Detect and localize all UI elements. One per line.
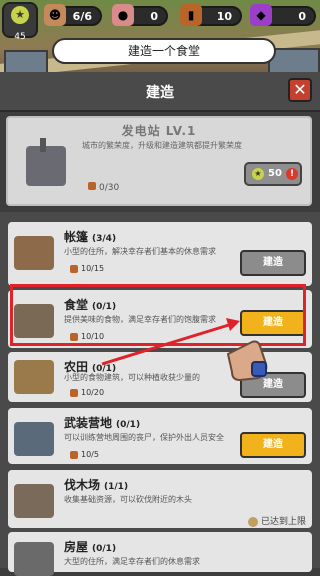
- level-number: 45: [14, 32, 26, 42]
- close-button[interactable]: ✕: [288, 78, 312, 102]
- survivor-value: 6/6: [72, 9, 92, 23]
- power-station-icon: [26, 138, 66, 186]
- star-icon: ★: [11, 6, 29, 24]
- max-level-label: 已达到上限: [247, 514, 306, 527]
- item-count: (0/1): [92, 544, 117, 554]
- item-cost-value: 10/5: [81, 450, 99, 459]
- gem-icon: ◆: [250, 4, 272, 26]
- power-station-cost: 0/30: [88, 182, 119, 193]
- item-cost: 10/15: [70, 264, 104, 273]
- item-name: 武装营地 (0/1): [64, 414, 140, 431]
- close-icon: ✕: [293, 80, 307, 99]
- item-name: 帐篷 (3/4): [64, 228, 116, 245]
- item-name-text: 房屋: [64, 540, 89, 554]
- wood-icon: [88, 182, 96, 190]
- armed-camp-icon: [14, 422, 54, 456]
- alert-icon: !: [286, 168, 298, 180]
- build-button-armed-camp[interactable]: 建造: [240, 432, 306, 458]
- item-desc: 小型的食物建筑，可以种植收获少量的: [64, 373, 200, 382]
- wood-value: 10: [216, 9, 232, 23]
- power-station-cost-value: 0/30: [99, 183, 120, 193]
- power-station-desc: 城市的繁荣度，升级和建造建筑都提升繁荣度: [82, 141, 242, 150]
- item-cost: 10/5: [70, 450, 99, 459]
- item-desc: 可以训练营地周围的丧尸，保护外出人员安全: [64, 433, 224, 442]
- tent-icon: [14, 236, 54, 270]
- tip-bubble: 建造一个食堂: [52, 38, 276, 64]
- panel-title: 建造: [146, 85, 174, 101]
- build-item-tent: 帐篷 (3/4) 小型的住所，解决幸存者们基本的休息需求 10/15 建造: [8, 222, 312, 286]
- power-station-card: 发电站 LV.1 城市的繁荣度，升级和建造建筑都提升繁荣度 0/30 ★ 50 …: [6, 116, 312, 206]
- farmland-icon: [14, 360, 54, 394]
- item-name-text: 伐木场: [64, 478, 101, 492]
- item-count: (3/4): [92, 234, 117, 244]
- wood-icon: [70, 450, 78, 459]
- build-item-house: 房屋 (0/1) 大型的住所，满足幸存者们的休息需求: [8, 532, 312, 576]
- build-button-tent[interactable]: 建造: [240, 250, 306, 276]
- max-level-text: 已达到上限: [260, 517, 306, 527]
- item-cost-value: 10/15: [81, 264, 105, 273]
- item-desc: 小型的住所，解决幸存者们基本的休息需求: [64, 247, 216, 256]
- check-icon: [247, 516, 258, 527]
- item-name: 伐木场 (1/1): [64, 476, 128, 493]
- coin-icon: ★: [252, 168, 264, 180]
- item-desc: 收集基础资源，可以砍伐附近的木头: [64, 495, 192, 504]
- chimney-shape: [40, 138, 46, 152]
- build-item-lumber-yard: 伐木场 (1/1) 收集基础资源，可以砍伐附近的木头 已达到上限: [8, 470, 312, 528]
- item-name: 房屋 (0/1): [64, 538, 116, 555]
- gem-value: 0: [298, 9, 306, 23]
- item-count: (0/1): [116, 420, 141, 430]
- build-panel-header: 建造 ✕: [0, 72, 320, 112]
- item-name-text: 武装营地: [64, 416, 113, 430]
- meat-value: 0: [150, 9, 158, 23]
- item-cost-value: 10/20: [81, 388, 105, 397]
- pointing-hand-icon: [226, 340, 268, 382]
- meat-icon: ●: [112, 4, 134, 26]
- item-cost: 10/20: [70, 388, 104, 397]
- item-name-text: 帐篷: [64, 230, 89, 244]
- lumber-yard-icon: [14, 484, 54, 518]
- upgrade-gem-button[interactable]: ★ 50 !: [244, 162, 302, 186]
- survivor-icon: ☻: [44, 4, 66, 26]
- wood-icon: [70, 264, 78, 273]
- build-item-armed-camp: 武装营地 (0/1) 可以训练营地周围的丧尸，保护外出人员安全 10/5 建造: [8, 408, 312, 464]
- level-badge[interactable]: ★ 45: [2, 2, 38, 42]
- house-icon: [14, 542, 54, 576]
- wood-icon: ▮: [180, 4, 202, 26]
- power-station-title: 发电站 LV.1: [121, 124, 197, 138]
- item-desc: 大型的住所，满足幸存者们的休息需求: [64, 557, 200, 566]
- gem-cost-value: 50: [268, 168, 282, 179]
- wood-icon: [70, 388, 78, 397]
- item-count: (1/1): [104, 482, 129, 492]
